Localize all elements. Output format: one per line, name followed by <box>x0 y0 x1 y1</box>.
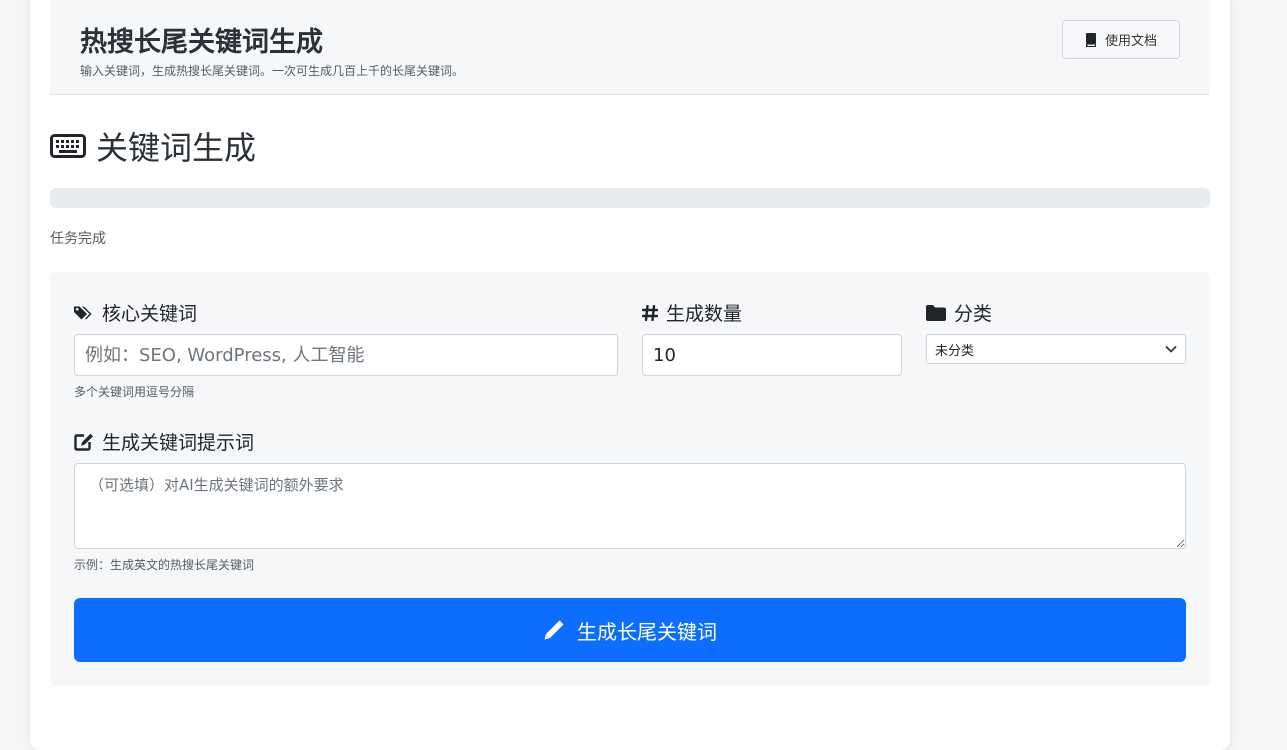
tags-icon <box>74 305 94 321</box>
keyboard-icon <box>50 134 86 158</box>
generate-button[interactable]: 生成长尾关键词 <box>74 598 1186 662</box>
category-select[interactable]: 未分类 <box>926 334 1186 364</box>
chevron-down-icon <box>1165 342 1177 356</box>
section-title: 关键词生成 <box>96 129 257 167</box>
hashtag-icon <box>642 304 658 321</box>
status-text: 任务完成 <box>50 231 106 247</box>
keywords-input[interactable] <box>74 334 618 376</box>
keywords-label: 核心关键词 <box>74 299 197 326</box>
pencil-icon <box>543 619 565 641</box>
page-header: 热搜长尾关键词生成 输入关键词，生成热搜长尾关键词。一次可生成几百上千的长尾关键… <box>50 0 1210 95</box>
progress-bar <box>50 188 1210 208</box>
count-label: 生成数量 <box>642 299 742 326</box>
generate-button-label: 生成长尾关键词 <box>577 619 717 644</box>
prompt-textarea[interactable] <box>74 463 1186 549</box>
category-label: 分类 <box>926 299 992 326</box>
docs-button[interactable]: 使用文档 <box>1062 20 1180 59</box>
section-heading: 关键词生成 <box>50 126 257 167</box>
docs-button-label: 使用文档 <box>1104 34 1157 49</box>
folder-icon <box>926 304 946 321</box>
prompt-hint: 示例：生成英文的热搜长尾关键词 <box>74 558 255 572</box>
keywords-hint: 多个关键词用逗号分隔 <box>74 385 195 399</box>
page-subtitle: 输入关键词，生成热搜长尾关键词。一次可生成几百上千的长尾关键词。 <box>80 64 465 78</box>
prompt-label: 生成关键词提示词 <box>74 428 254 455</box>
edit-icon <box>74 433 94 451</box>
page-title: 热搜长尾关键词生成 <box>80 27 323 58</box>
count-input[interactable] <box>642 334 902 376</box>
category-selected: 未分类 <box>935 343 975 359</box>
book-icon <box>1085 32 1097 47</box>
